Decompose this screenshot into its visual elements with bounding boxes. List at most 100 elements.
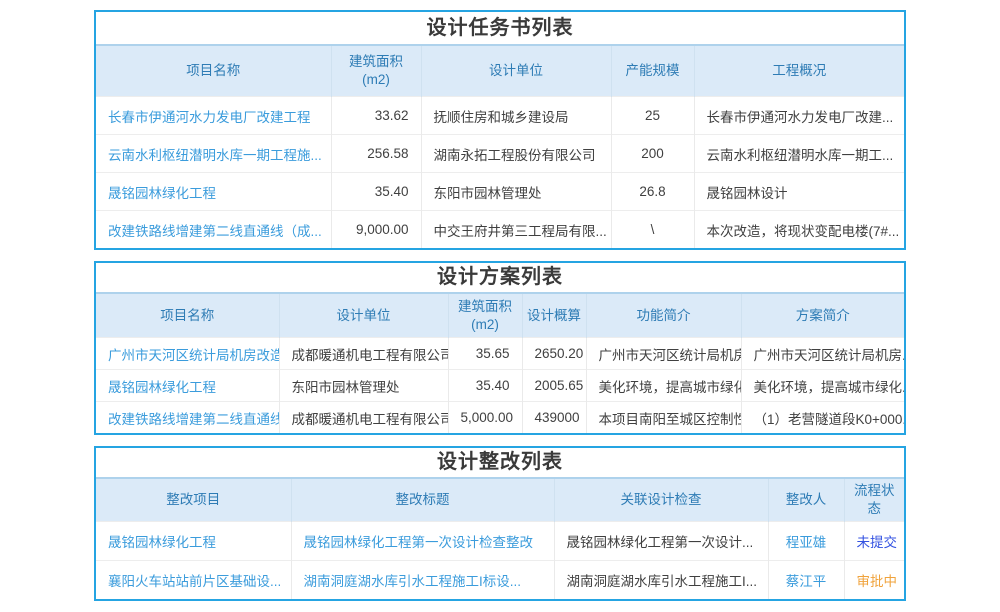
table-cell: 200 (611, 135, 694, 173)
table-row: 改建铁路线增建第二线直通线... 成都暖通机电工程有限公司5,000.00 4390… (96, 402, 904, 434)
column-header: 整改标题 (291, 479, 554, 522)
table-cell: 改建铁路线增建第二线直通线（成... (96, 211, 331, 249)
cell-text: 晟铭园林设计 (707, 186, 788, 201)
cell-link[interactable]: 广州市天河区统计局机房改造... (108, 348, 279, 363)
cell-text: 26.8 (639, 184, 665, 199)
cell-link[interactable]: 襄阳火车站站前片区基础设... (108, 574, 281, 589)
table-row: 改建铁路线增建第二线直通线（成... 9,000.00 中交王府井第三工程局有限..… (96, 211, 904, 249)
table-row: 晟铭园林绿化工程 东阳市园林管理处 35.40 2005.65 美化环境，提高城市绿化.… (96, 370, 904, 402)
table-cell: 晟铭园林绿化工程 (96, 173, 331, 211)
column-header: 工程概况 (694, 46, 904, 97)
design-rectification-list-panel: 设计整改列表整改项目整改标题关联设计检查整改人流程状态晟铭园林绿化工程晟铭园林绿… (94, 446, 906, 601)
table-cell: 晟铭园林设计 (694, 173, 904, 211)
table-cell: 25 (611, 97, 694, 135)
table-cell: 2650.20 (522, 338, 586, 370)
cell-text: 东阳市园林管理处 (434, 186, 542, 201)
cell-link[interactable]: 晟铭园林绿化工程第一次设计检查整改 (304, 535, 534, 550)
cell-text: 本项目南阳至城区控制性... (599, 412, 742, 427)
table-cell: 33.62 (331, 97, 421, 135)
cell-link[interactable]: 程亚雄 (786, 535, 827, 550)
table-cell: 湖南洞庭湖水库引水工程施工I标设... (291, 561, 554, 600)
cell-link[interactable]: 长春市伊通河水力发电厂改建工程 (108, 110, 311, 125)
table-cell: 东阳市园林管理处 (421, 173, 611, 211)
cell-text: 35.40 (375, 184, 409, 199)
column-header: 关联设计检查 (554, 479, 768, 522)
table-cell: 439000 (522, 402, 586, 434)
cell-text: 晟铭园林绿化工程第一次设计... (567, 535, 754, 550)
cell-text: 湖南永拓工程股份有限公司 (434, 148, 596, 163)
table-cell: 审批中 (844, 561, 904, 600)
column-header: 功能简介 (586, 294, 741, 338)
cell-text: 广州市天河区统计局机房... (754, 348, 905, 363)
table-cell: 晟铭园林绿化工程 (96, 522, 291, 561)
table-title: 设计任务书列表 (96, 12, 904, 46)
header-row: 项目名称设计单位建筑面积 (m2)设计概算功能简介方案简介 (96, 294, 904, 338)
cell-link[interactable]: 湖南洞庭湖水库引水工程施工I标设... (304, 574, 522, 589)
cell-text: 美化环境，提高城市绿化... (754, 380, 905, 395)
cell-text: 2650.20 (535, 346, 584, 361)
table-cell: 广州市天河区统计局机房... (741, 338, 904, 370)
column-header: 建筑面积 (m2) (448, 294, 522, 338)
header-row: 整改项目整改标题关联设计检查整改人流程状态 (96, 479, 904, 522)
table-row: 晟铭园林绿化工程 晟铭园林绿化工程第一次设计检查整改 晟铭园林绿化工程第一次设计..… (96, 522, 904, 561)
table-cell: 美化环境，提高城市绿化... (586, 370, 741, 402)
column-header: 整改人 (768, 479, 844, 522)
table-row: 长春市伊通河水力发电厂改建工程 33.62 抚顺住房和城乡建设局 25 长春市伊通河水力… (96, 97, 904, 135)
cell-text: 35.40 (476, 378, 510, 393)
data-table: 项目名称建筑面积 (m2)设计单位产能规模工程概况长春市伊通河水力发电厂改建工程… (96, 46, 904, 248)
table-cell: \ (611, 211, 694, 249)
cell-text: 439000 (535, 410, 580, 425)
table-cell: 2005.65 (522, 370, 586, 402)
table-cell: 5,000.00 (448, 402, 522, 434)
data-table: 整改项目整改标题关联设计检查整改人流程状态晟铭园林绿化工程 晟铭园林绿化工程第一次… (96, 479, 904, 599)
column-header: 流程状态 (844, 479, 904, 522)
table-cell: 成都暖通机电工程有限公司 (279, 338, 448, 370)
cell-link[interactable]: 云南水利枢纽潜明水库一期工程施... (108, 148, 322, 163)
header-row: 项目名称建筑面积 (m2)设计单位产能规模工程概况 (96, 46, 904, 97)
cell-text: 抚顺住房和城乡建设局 (434, 110, 569, 125)
cell-text: 云南水利枢纽潜明水库一期工... (707, 148, 894, 163)
table-cell: 中交王府井第三工程局有限... (421, 211, 611, 249)
cell-text: 湖南洞庭湖水库引水工程施工I... (567, 574, 758, 589)
table-cell: 美化环境，提高城市绿化... (741, 370, 904, 402)
table-cell: 成都暖通机电工程有限公司 (279, 402, 448, 434)
table-cell: 26.8 (611, 173, 694, 211)
table-cell: 本次改造，将现状变配电楼(7#... (694, 211, 904, 249)
cell-link[interactable]: 晟铭园林绿化工程 (108, 186, 216, 201)
column-header: 方案简介 (741, 294, 904, 338)
cell-link[interactable]: 晟铭园林绿化工程 (108, 380, 216, 395)
cell-link[interactable]: 蔡江平 (786, 574, 827, 589)
cell-text: 9,000.00 (356, 222, 409, 237)
cell-text: 成都暖通机电工程有限公司 (292, 412, 449, 427)
table-cell: 襄阳火车站站前片区基础设... (96, 561, 291, 600)
cell-text: 200 (641, 146, 664, 161)
table-cell: 湖南永拓工程股份有限公司 (421, 135, 611, 173)
table-cell: 35.40 (448, 370, 522, 402)
column-header: 项目名称 (96, 46, 331, 97)
status-badge: 审批中 (857, 574, 898, 589)
design-task-list-panel: 设计任务书列表项目名称建筑面积 (m2)设计单位产能规模工程概况长春市伊通河水力… (94, 10, 906, 250)
cell-text: 美化环境，提高城市绿化... (599, 380, 742, 395)
cell-link[interactable]: 晟铭园林绿化工程 (108, 535, 216, 550)
table-cell: 晟铭园林绿化工程 (96, 370, 279, 402)
table-cell: 未提交 (844, 522, 904, 561)
table-cell: 本项目南阳至城区控制性... (586, 402, 741, 434)
table-cell: 长春市伊通河水力发电厂改建工程 (96, 97, 331, 135)
table-cell: 35.65 (448, 338, 522, 370)
cell-text: 33.62 (375, 108, 409, 123)
table-cell: 9,000.00 (331, 211, 421, 249)
table-title: 设计方案列表 (96, 263, 904, 294)
cell-link[interactable]: 改建铁路线增建第二线直通线（成... (108, 224, 322, 239)
table-cell: 湖南洞庭湖水库引水工程施工I... (554, 561, 768, 600)
table-cell: 程亚雄 (768, 522, 844, 561)
column-header: 产能规模 (611, 46, 694, 97)
cell-link[interactable]: 改建铁路线增建第二线直通线... (108, 412, 279, 427)
table-row: 云南水利枢纽潜明水库一期工程施...256.58湖南永拓工程股份有限公司200云… (96, 135, 904, 173)
table-cell: 东阳市园林管理处 (279, 370, 448, 402)
table-cell: 抚顺住房和城乡建设局 (421, 97, 611, 135)
cell-text: 中交王府井第三工程局有限... (434, 224, 607, 239)
table-row: 襄阳火车站站前片区基础设... 湖南洞庭湖水库引水工程施工I标设... 湖南洞庭湖水… (96, 561, 904, 600)
cell-text: 长春市伊通河水力发电厂改建... (707, 110, 894, 125)
cell-text: 东阳市园林管理处 (292, 380, 400, 395)
cell-text: 成都暖通机电工程有限公司 (292, 348, 449, 363)
